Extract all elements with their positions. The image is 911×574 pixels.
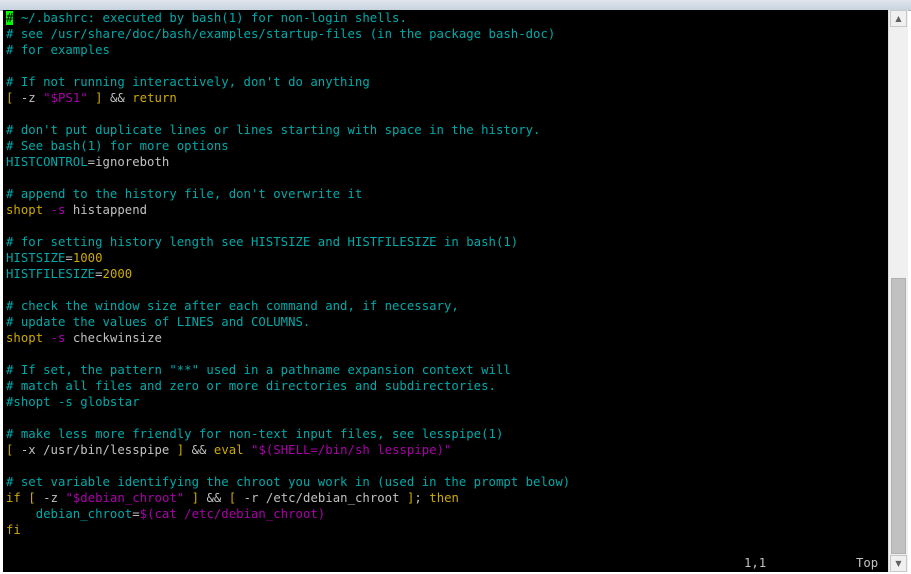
code-token: # update the values of LINES and COLUMNS… [6,315,311,329]
code-token: =ignoreboth [87,155,170,169]
code-token: #shopt -s globstar [6,395,140,409]
code-token: -r /etc/debian_chroot [236,491,407,505]
code-token: # make less more friendly for non-text i… [6,427,504,441]
code-token: -s [43,203,66,217]
code-token: debian_chroot [6,507,133,521]
code-token: -z [13,91,44,105]
buffer-line[interactable]: HISTSIZE=1000 [6,250,103,266]
code-token: shopt [6,331,44,345]
code-token: "$(SHELL=/bin/sh lesspipe)" [243,443,452,457]
cursor-position: 1,1 [744,556,767,570]
code-token: # for examples [6,43,110,57]
code-token: HISTFILESIZE [6,267,96,281]
buffer-line[interactable]: debian_chroot=$(cat /etc/debian_chroot) [6,506,326,522]
code-token: ] [176,443,192,457]
buffer-line[interactable]: if [ -z "$debian_chroot" ] && [ -r /etc/… [6,490,459,506]
code-token: = [132,507,140,521]
scroll-up-button[interactable]: ▲ [890,10,907,27]
code-token: # append to the history file, don't over… [6,187,363,201]
code-token: # If set, the pattern "**" used in a pat… [6,363,511,377]
buffer-line[interactable]: shopt -s histappend [6,202,147,218]
code-token: 2000 [102,267,133,281]
buffer-line[interactable]: # for setting history length see HISTSIZ… [6,234,518,250]
buffer-line[interactable]: # See bash(1) for more options [6,138,229,154]
code-token: $(cat /etc/debian_chroot) [139,507,326,521]
code-token: = [65,251,73,265]
code-token: # see /usr/share/doc/bash/examples/start… [6,27,556,41]
code-token: && [109,91,133,105]
vertical-scrollbar[interactable]: ▲ ▼ [888,10,908,572]
buffer-line[interactable]: shopt -s checkwinsize [6,330,162,346]
code-token: # check the window size after each comma… [6,299,459,313]
code-token: if [6,491,21,505]
code-token: && [191,443,214,457]
code-token: ; [414,491,430,505]
arrow-down-icon: ▼ [895,559,902,568]
code-token: checkwinsize [65,331,162,345]
buffer-line[interactable]: [ -x /usr/bin/lesspipe ] && eval "$(SHEL… [6,442,451,458]
status-line: 1,1 Top [3,555,888,571]
buffer-line[interactable]: # don't put duplicate lines or lines sta… [6,122,540,138]
code-token: # for setting history length see HISTSIZ… [6,235,519,249]
buffer-line[interactable]: # If set, the pattern "**" used in a pat… [6,362,511,378]
scroll-indicator: Top [856,556,879,570]
code-token: -z [35,491,66,505]
code-token: 1000 [72,251,103,265]
code-token: HISTSIZE [6,251,66,265]
buffer-line[interactable]: # update the values of LINES and COLUMNS… [6,314,310,330]
code-token: # match all files and zero or more direc… [6,379,496,393]
code-token: eval [213,443,244,457]
code-token: "$PS1" [43,91,88,105]
code-token: # don't put duplicate lines or lines sta… [6,123,541,137]
buffer-line[interactable]: # set variable identifying the chroot yo… [6,474,570,490]
code-token: -x /usr/bin/lesspipe [13,443,177,457]
buffer-line[interactable]: # ~/.bashrc: executed by bash(1) for non… [6,10,407,26]
scroll-down-button[interactable]: ▼ [890,555,907,572]
buffer-line[interactable]: # make less more friendly for non-text i… [6,426,503,442]
code-token: fi [6,523,21,537]
code-token: histappend [65,203,148,217]
code-token: && [206,491,229,505]
buffer-line[interactable]: # If not running interactively, don't do… [6,74,370,90]
code-token: shopt [6,203,44,217]
code-token: # See bash(1) for more options [6,139,229,153]
buffer-line[interactable]: # see /usr/share/doc/bash/examples/start… [6,26,555,42]
terminal-view[interactable]: # ~/.bashrc: executed by bash(1) for non… [3,10,888,572]
code-token: HISTCONTROL [6,155,88,169]
code-token: return [132,91,177,105]
buffer-line[interactable]: HISTFILESIZE=2000 [6,266,132,282]
code-token: ] [184,491,207,505]
buffer-line[interactable]: # for examples [6,42,110,58]
code-token: ] [87,91,110,105]
arrow-up-icon: ▲ [895,14,902,23]
buffer-line[interactable]: # check the window size after each comma… [6,298,459,314]
code-token: = [95,267,103,281]
buffer-line[interactable]: HISTCONTROL=ignoreboth [6,154,169,170]
code-token: "$debian_chroot" [65,491,185,505]
code-token: then [429,491,459,505]
code-token: # set variable identifying the chroot yo… [6,475,571,489]
buffer-line[interactable]: # append to the history file, don't over… [6,186,362,202]
buffer-line[interactable]: #shopt -s globstar [6,394,140,410]
buffer-line[interactable]: fi [6,522,21,538]
code-token: -s [43,331,66,345]
code-token: [ [28,491,36,505]
code-token: # If not running interactively, don't do… [6,75,370,89]
buffer-line[interactable]: [ -z "$PS1" ] && return [6,90,177,106]
buffer-line[interactable]: # match all files and zero or more direc… [6,378,496,394]
code-token: ~/.bashrc: executed by bash(1) for non-l… [13,11,407,25]
scroll-thumb[interactable] [891,278,906,554]
